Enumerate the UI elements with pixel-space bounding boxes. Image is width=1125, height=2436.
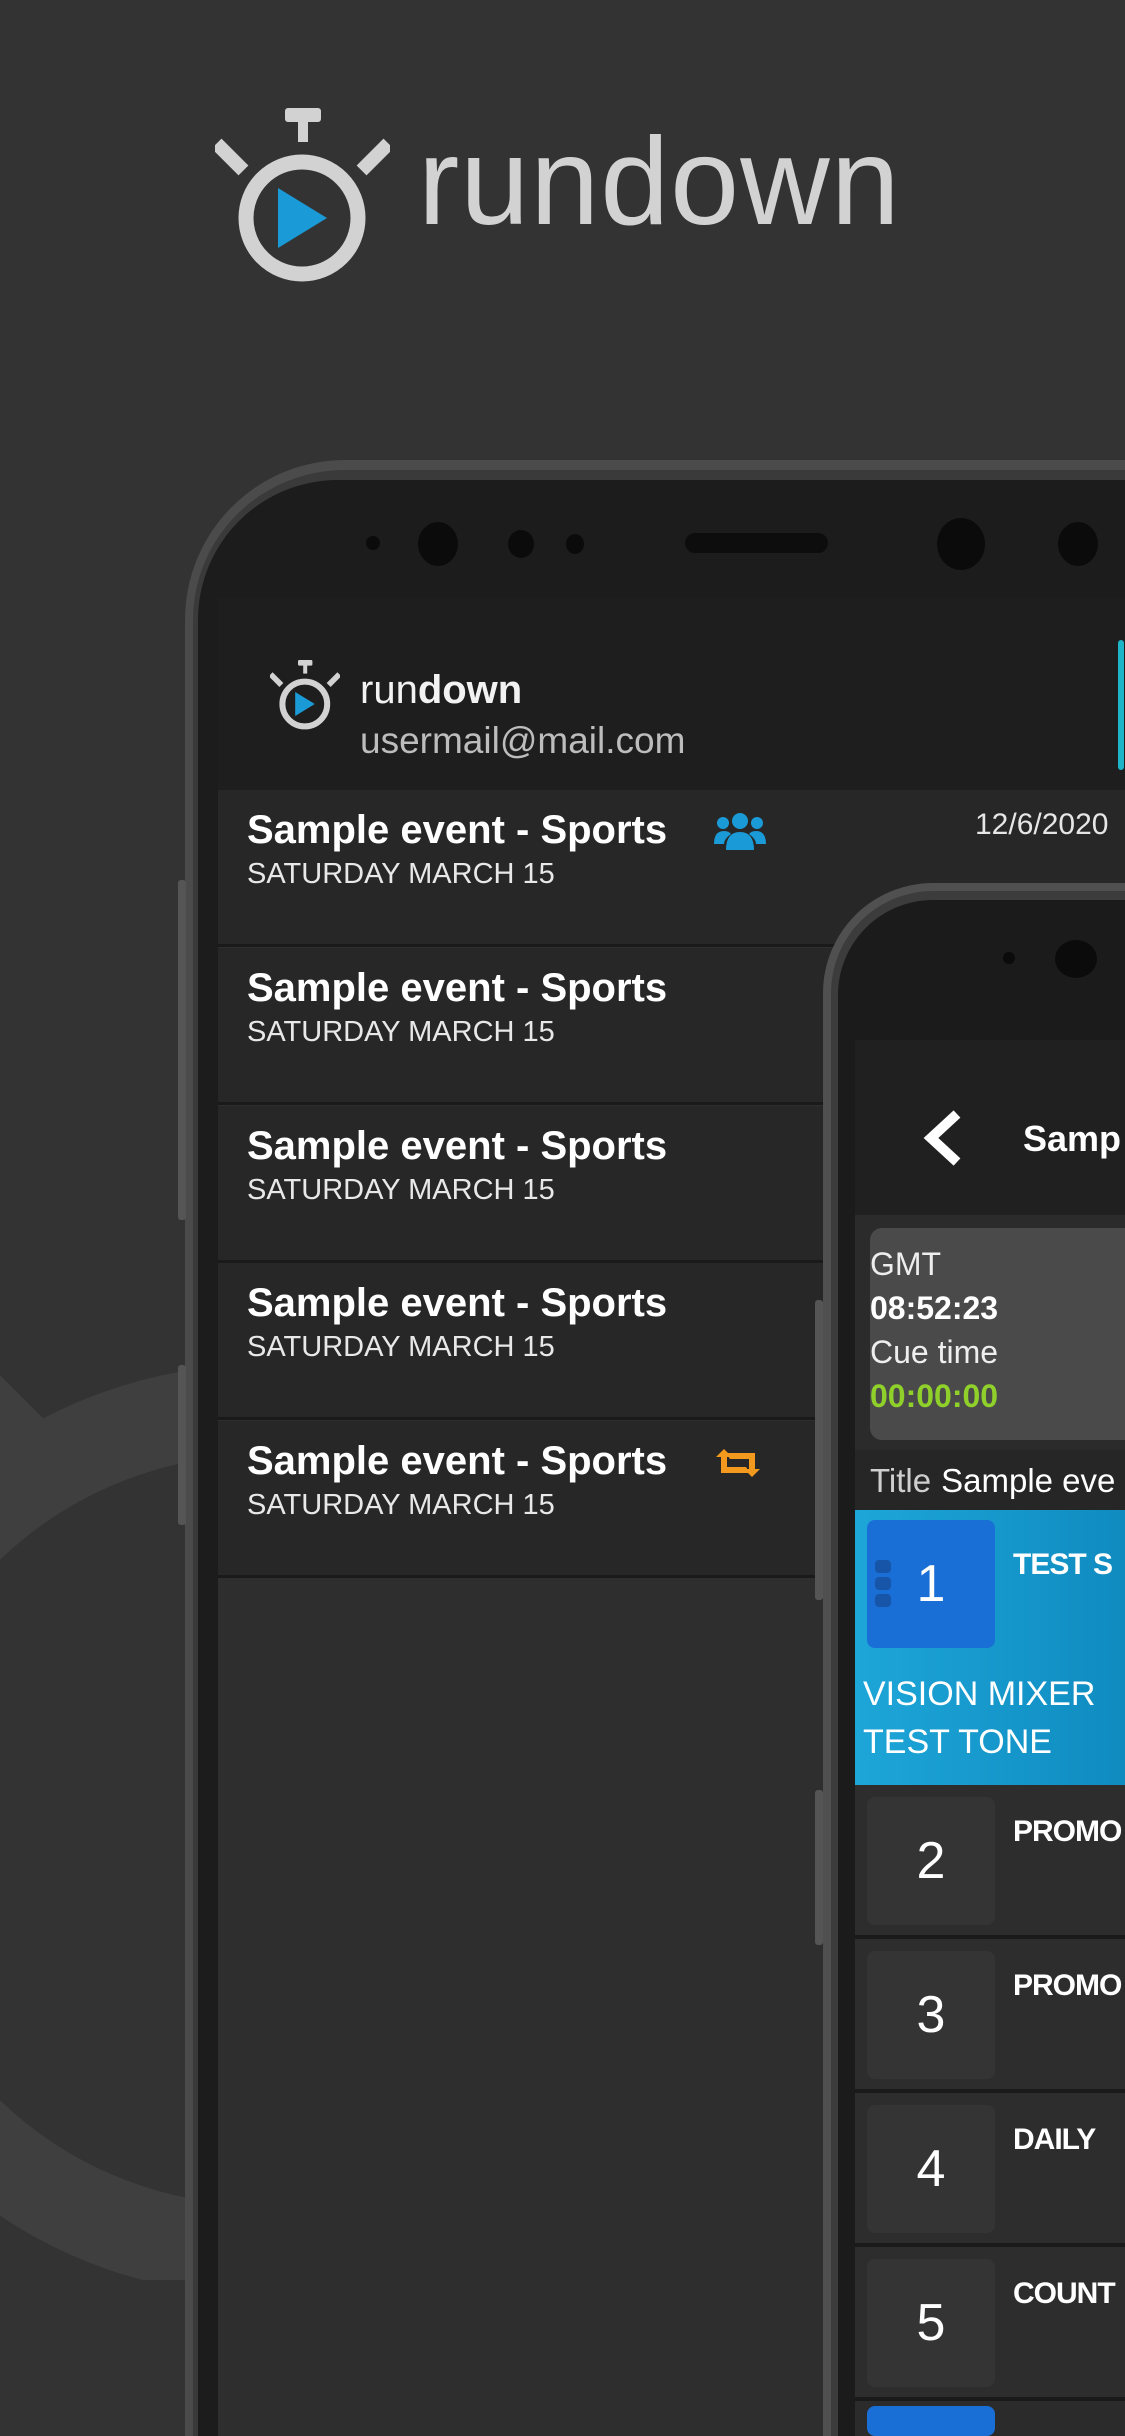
rundown-row[interactable]: 3 PROMO [855,1939,1125,2093]
row-number: 4 [867,2105,995,2233]
rundown-row-active[interactable]: 1 TEST S VISION MIXER TEST TONE [855,1510,1125,1785]
camera-icon [418,522,458,566]
event-date: SATURDAY MARCH 15 [247,1489,555,1521]
sensor-icon [508,530,534,558]
sensor-icon [366,536,380,550]
row-title: DAILY [1013,2123,1096,2156]
camera-icon [1055,940,1097,978]
app-name-bold: down [417,668,523,712]
row-title: COUNT [1013,2277,1116,2310]
rundown-row[interactable]: 4 DAILY [855,2093,1125,2247]
rundown-row[interactable]: 5 COUNT [855,2247,1125,2401]
phone-side-button [815,1300,823,1600]
event-date: SATURDAY MARCH 15 [247,1174,555,1206]
phone-side-button [178,1365,186,1525]
rundown-row[interactable]: 2 PROMO [855,1785,1125,1939]
sensor-icon [566,534,584,554]
clock-panel: GMT 08:52:23 Cue time 00:00:00 [870,1228,1125,1440]
event-updated-date: 12/6/2020 [975,808,1109,841]
event-title: Sample event - Sports [247,808,668,852]
event-title: Sample event - Sports [247,1439,668,1483]
event-title: Sample event - Sports [247,1124,668,1168]
user-email: usermail@mail.com [360,720,686,761]
event-title: Sample event - Sports [247,1281,668,1325]
row-number: 5 [867,2259,995,2387]
title-field[interactable]: Title Sample eve [855,1450,1125,1510]
sensor-icon [1003,952,1015,964]
row-number-text: 1 [916,1555,946,1613]
row-number: 3 [867,1951,995,2079]
drag-handle-icon[interactable] [875,1560,891,1611]
app-header: rundown usermail@mail.com [218,598,1125,790]
screen-header: Samp [855,1040,1125,1215]
row-detail: VISION MIXER [863,1675,1096,1713]
phone-side-button [178,880,186,1220]
row-details: VISION MIXER TEST TONE [863,1670,1095,1766]
stopwatch-logo-icon [215,108,390,282]
row-title: PROMO [1013,1969,1122,2002]
event-title: Sample event - Sports [247,966,668,1010]
row-title: TEST S [1013,1548,1113,1581]
event-title-header: Samp [1023,1118,1122,1159]
rundown-screen: Samp GMT 08:52:23 Cue time 00:00:00 Titl… [855,1040,1125,2436]
camera-icon [1058,522,1098,566]
row-number: 2 [867,1797,995,1925]
cue-time-label: Cue time [870,1334,999,1370]
app-name-light: run [360,668,418,712]
row-title: PROMO [1013,1815,1122,1848]
users-icon [714,813,766,850]
header-action-button[interactable] [1118,640,1124,770]
repeat-icon [716,1449,760,1477]
event-date: SATURDAY MARCH 15 [247,858,555,890]
gmt-time: 08:52:23 [870,1290,999,1326]
title-value: Sample eve [941,1462,1116,1499]
chevron-left-icon[interactable] [923,1110,963,1166]
row-number-next [867,2406,995,2436]
event-date: SATURDAY MARCH 15 [247,1331,555,1363]
cue-time-value: 00:00:00 [870,1378,999,1414]
title-label: Title [870,1462,932,1499]
speaker-grille [685,533,828,553]
stopwatch-logo-icon [270,660,340,730]
app-name: rundown [360,668,522,713]
camera-icon [937,518,985,570]
gmt-label: GMT [870,1246,942,1282]
event-date: SATURDAY MARCH 15 [247,1016,555,1048]
row-detail: TEST TONE [863,1723,1052,1761]
phone-side-button [815,1790,823,1945]
brand-name: rundown [418,113,901,251]
